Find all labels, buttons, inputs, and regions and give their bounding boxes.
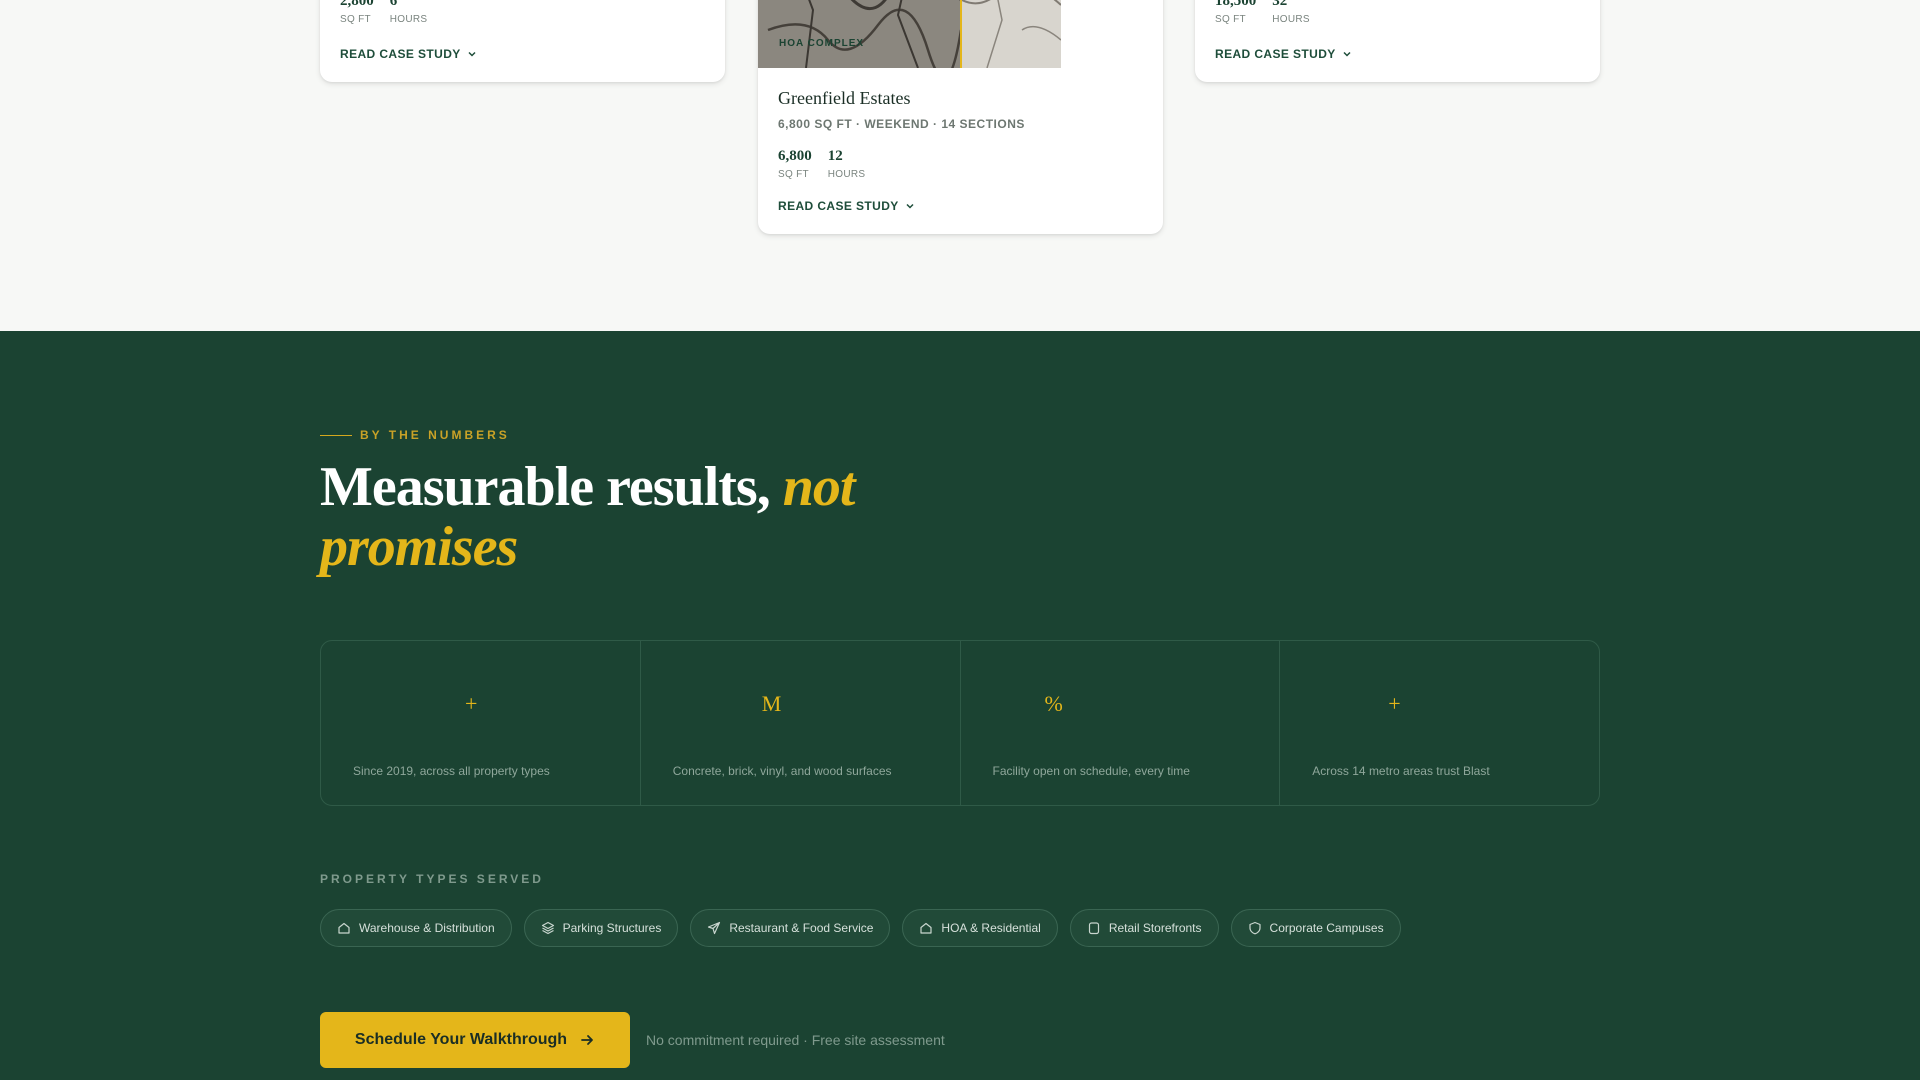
headline-plain: Measurable results, [320, 456, 771, 518]
eyebrow-line [320, 434, 352, 436]
stat-label: HOURS [1272, 14, 1310, 25]
eyebrow-text: BY THE NUMBERS [360, 428, 510, 442]
stat-label: HOURS [827, 169, 866, 180]
after-image [961, 0, 1061, 68]
property-type-chips: Warehouse & Distribution Parking Structu… [320, 909, 1401, 947]
shield-icon [1248, 921, 1261, 935]
chip-parking[interactable]: Parking Structures [523, 909, 679, 947]
chevron-down-icon [906, 203, 914, 209]
stat-description: Across 14 metro areas trust Blast [1312, 764, 1490, 778]
case-study-card-left: 2,800 SQ FT 6 HOURS READ CASE STUDY [320, 0, 725, 82]
stat-sqft: 6,800 SQ FT [778, 147, 812, 180]
stat-label: SQ FT [778, 169, 809, 180]
cta-label: Schedule Your Walkthrough [354, 1031, 568, 1048]
arrow-right-icon [581, 1035, 593, 1045]
read-case-study-link[interactable]: READ CASE STUDY [1215, 47, 1352, 61]
chip-corporate[interactable]: Corporate Campuses [1230, 909, 1401, 947]
section-headline: Measurable results, not promises [320, 457, 940, 577]
read-case-study-label: READ CASE STUDY [340, 47, 461, 61]
stat-label: HOURS [389, 14, 428, 25]
schedule-walkthrough-button[interactable]: Schedule Your Walkthrough [320, 1012, 630, 1068]
stat-card: + Across 14 metro areas trust Blast [1280, 641, 1599, 805]
chip-restaurant[interactable]: Restaurant & Food Service [690, 909, 891, 947]
tag-icon [1088, 922, 1099, 935]
stat-label: SQ FT [1215, 14, 1246, 25]
stat-number: % [1044, 691, 1063, 716]
property-type-tag: HOA COMPLEX [779, 38, 865, 49]
case-study-card-right: 18,500 SQ FT 32 HOURS READ CASE STUDY [1195, 0, 1600, 82]
chevron-down-icon [468, 51, 476, 57]
stat-label: SQ FT [340, 14, 371, 25]
home-icon [338, 922, 350, 934]
chip-hoa[interactable]: HOA & Residential [902, 909, 1058, 947]
read-case-study-label: READ CASE STUDY [1215, 47, 1336, 61]
stat-card: + Since 2019, across all property types [321, 641, 641, 805]
stats-grid: + Since 2019, across all property types … [320, 640, 1600, 806]
stat-hours: 12 HOURS [828, 147, 866, 180]
stat-number: + [465, 691, 478, 716]
stat-number: + [1388, 691, 1401, 716]
stat-value: 6 [389, 0, 398, 9]
chip-label: Warehouse & Distribution [359, 921, 495, 935]
section-eyebrow: BY THE NUMBERS [320, 428, 510, 442]
before-after-photo: HOA COMPLEX [758, 0, 1061, 68]
stat-number: M [761, 691, 782, 716]
stat-sqft: 18,500 SQ FT [1215, 0, 1256, 25]
stat-value: 6,800 [778, 148, 812, 164]
before-image [758, 0, 963, 68]
property-types-label: PROPERTY TYPES SERVED [320, 872, 544, 886]
case-title: Greenfield Estates [778, 88, 911, 108]
stat-card: M Concrete, brick, vinyl, and wood surfa… [641, 641, 961, 805]
chip-retail[interactable]: Retail Storefronts [1069, 909, 1219, 947]
send-icon [708, 921, 721, 935]
chip-warehouse[interactable]: Warehouse & Distribution [320, 909, 512, 947]
case-stats: 18,500 SQ FT 32 HOURS [1215, 0, 1310, 25]
chip-label: Restaurant & Food Service [729, 921, 874, 935]
stat-card: % Facility open on schedule, every time [961, 641, 1281, 805]
stat-value: 2,800 [340, 0, 374, 9]
read-case-study-link[interactable]: READ CASE STUDY [778, 199, 915, 213]
stat-value: 18,500 [1215, 0, 1257, 9]
chip-label: HOA & Residential [941, 921, 1041, 935]
chevron-down-icon [1343, 51, 1351, 57]
case-stats: 2,800 SQ FT 6 HOURS [340, 0, 427, 25]
chip-label: Retail Storefronts [1108, 921, 1202, 935]
case-study-card-greenfield: HOA COMPLEX Greenfield Estates 6,800 SQ … [758, 0, 1163, 234]
cta-note: No commitment required · Free site asses… [646, 1032, 945, 1048]
stat-value: 32 [1272, 0, 1288, 9]
stat-hours: 6 HOURS [390, 0, 428, 25]
stat-hours: 32 HOURS [1272, 0, 1310, 25]
layers-icon [541, 921, 554, 935]
stat-description: Facility open on schedule, every time [992, 764, 1190, 778]
read-case-study-label: READ CASE STUDY [778, 199, 899, 213]
case-stats: 6,800 SQ FT 12 HOURS [778, 147, 865, 180]
read-case-study-link[interactable]: READ CASE STUDY [340, 47, 477, 61]
case-meta: 6,800 SQ FT · WEEKEND · 14 SECTIONS [778, 117, 1025, 131]
chip-label: Parking Structures [562, 921, 662, 935]
home-icon [920, 922, 933, 934]
stat-sqft: 2,800 SQ FT [340, 0, 374, 25]
chip-label: Corporate Campuses [1269, 921, 1384, 935]
stat-value: 12 [827, 148, 843, 164]
stat-description: Concrete, brick, vinyl, and wood surface… [672, 764, 892, 778]
stat-description: Since 2019, across all property types [353, 764, 550, 778]
case-studies-section: 2,800 SQ FT 6 HOURS READ CASE STUDY HOA … [0, 0, 1920, 331]
numbers-section: BY THE NUMBERS Measurable results, not p… [0, 331, 1920, 1080]
